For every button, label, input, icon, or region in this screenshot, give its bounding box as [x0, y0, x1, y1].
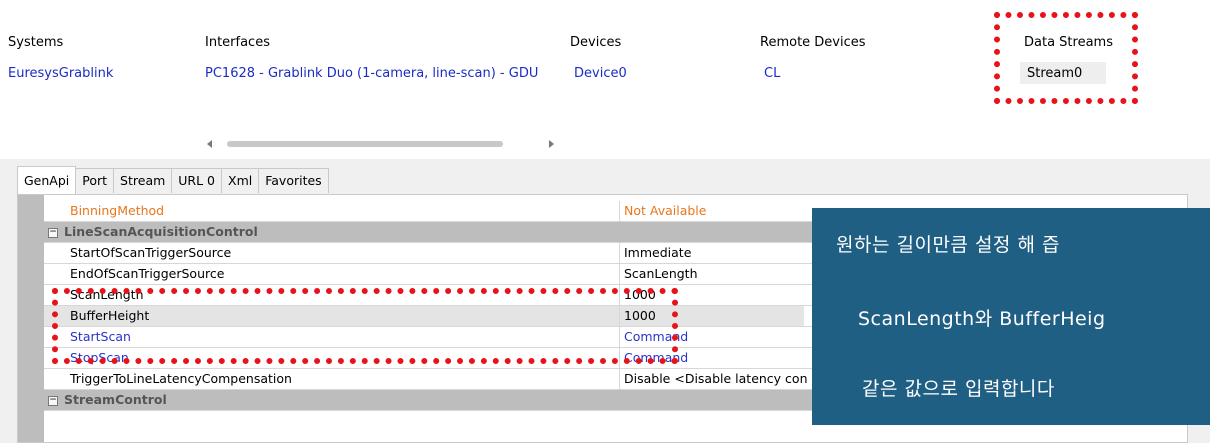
annotation-line-3: 같은 값으로 입력합니다	[862, 378, 1055, 400]
feature-value: Not Available	[624, 203, 707, 218]
module-tree-panel: Systems Interfaces Devices Remote Device…	[0, 0, 1210, 159]
feature-value[interactable]: ScanLength	[620, 264, 698, 284]
scan-length-highlight	[52, 288, 678, 364]
annotation-callout: 원하는 길이만큼 설정 해 즙 ScanLength와 BufferHeig 같…	[812, 208, 1210, 425]
remote-devices-header: Remote Devices	[760, 35, 866, 50]
category-label: StreamControl	[64, 392, 167, 407]
tab-xml[interactable]: Xml	[221, 168, 260, 193]
category-name: − StreamControl	[44, 390, 620, 410]
remote-device-item[interactable]: CL	[764, 66, 780, 81]
scroll-right-arrow-icon[interactable]	[549, 140, 554, 148]
annotation-line-2: ScanLength와 BufferHeig	[858, 308, 1106, 330]
tab-favorites[interactable]: Favorites	[258, 168, 329, 193]
horizontal-scrollbar-thumb[interactable]	[227, 141, 503, 147]
devices-header: Devices	[570, 35, 622, 50]
tab-bar: GenApi Port Stream URL 0 Xml Favorites	[17, 166, 329, 194]
tab-url-0[interactable]: URL 0	[171, 168, 223, 193]
data-streams-highlight	[994, 12, 1138, 104]
tab-stream[interactable]: Stream	[113, 168, 173, 193]
tab-genapi[interactable]: GenApi	[17, 166, 77, 194]
category-name: − LineScanAcquisitionControl	[44, 222, 620, 242]
system-item[interactable]: EuresysGrablink	[8, 66, 113, 81]
feature-name: EndOfScanTriggerSource	[44, 264, 620, 284]
feature-name: BinningMethod	[44, 201, 620, 221]
feature-value[interactable]: Immediate	[620, 243, 691, 263]
device-item[interactable]: Device0	[574, 66, 627, 81]
collapse-minus-icon[interactable]: −	[48, 395, 58, 406]
systems-header: Systems	[8, 35, 64, 50]
scroll-left-arrow-icon[interactable]	[207, 140, 212, 148]
collapse-minus-icon[interactable]: −	[48, 227, 58, 238]
tab-port[interactable]: Port	[75, 168, 115, 193]
grid-gutter	[18, 195, 44, 442]
annotation-line-1: 원하는 길이만큼 설정 해 즙	[836, 234, 1060, 256]
feature-name: TriggerToLineLatencyCompensation	[44, 369, 620, 389]
feature-name: StartOfScanTriggerSource	[44, 243, 620, 263]
feature-value[interactable]: Disable <Disable latency con	[620, 369, 808, 389]
interfaces-header: Interfaces	[205, 35, 270, 50]
interface-item[interactable]: PC1628 - Grablink Duo (1-camera, line-sc…	[205, 66, 538, 81]
category-label: LineScanAcquisitionControl	[64, 224, 258, 239]
